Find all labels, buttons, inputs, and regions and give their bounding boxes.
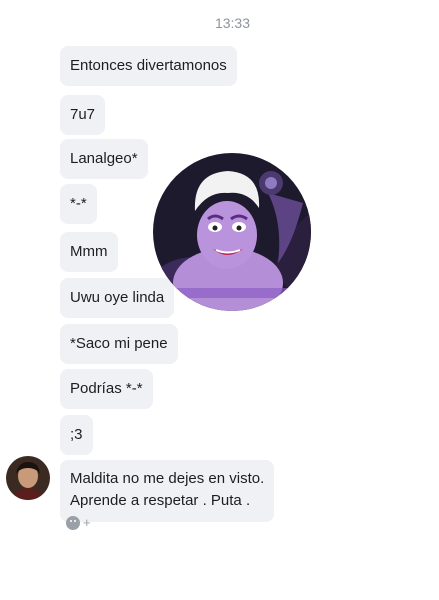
message-line-2: Aprende a respetar . Puta . [70, 492, 251, 509]
sea-witch-sticker-icon [153, 153, 311, 311]
message-bubble[interactable]: Uwu oye linda [60, 278, 175, 318]
message-bubble[interactable]: ;3 [60, 415, 93, 455]
add-reaction-icon[interactable]: + [83, 516, 91, 530]
message-line-1: Maldita no me dejes en visto. [70, 470, 265, 487]
message-bubble[interactable]: *Saco mi pene [60, 324, 178, 364]
message-bubble[interactable]: Entonces divertamonos [60, 46, 237, 86]
smile-icon[interactable] [66, 516, 80, 530]
reaction-row[interactable]: + [66, 516, 91, 530]
message-bubble[interactable]: Podrías *-* [60, 369, 153, 409]
message-bubble[interactable]: 7u7 [60, 95, 106, 135]
message-bubble[interactable]: Lanalgeo* [60, 139, 148, 179]
sticker-image[interactable] [153, 153, 311, 311]
message-bubble[interactable]: Mmm [60, 232, 118, 272]
message-bubble[interactable]: *-* [60, 184, 97, 224]
timestamp: 13:33 [214, 15, 251, 31]
message-bubble-last[interactable]: Maldita no me dejes en visto. Aprende a … [60, 460, 275, 522]
user-avatar-icon [6, 456, 50, 500]
sender-avatar[interactable] [6, 456, 50, 500]
